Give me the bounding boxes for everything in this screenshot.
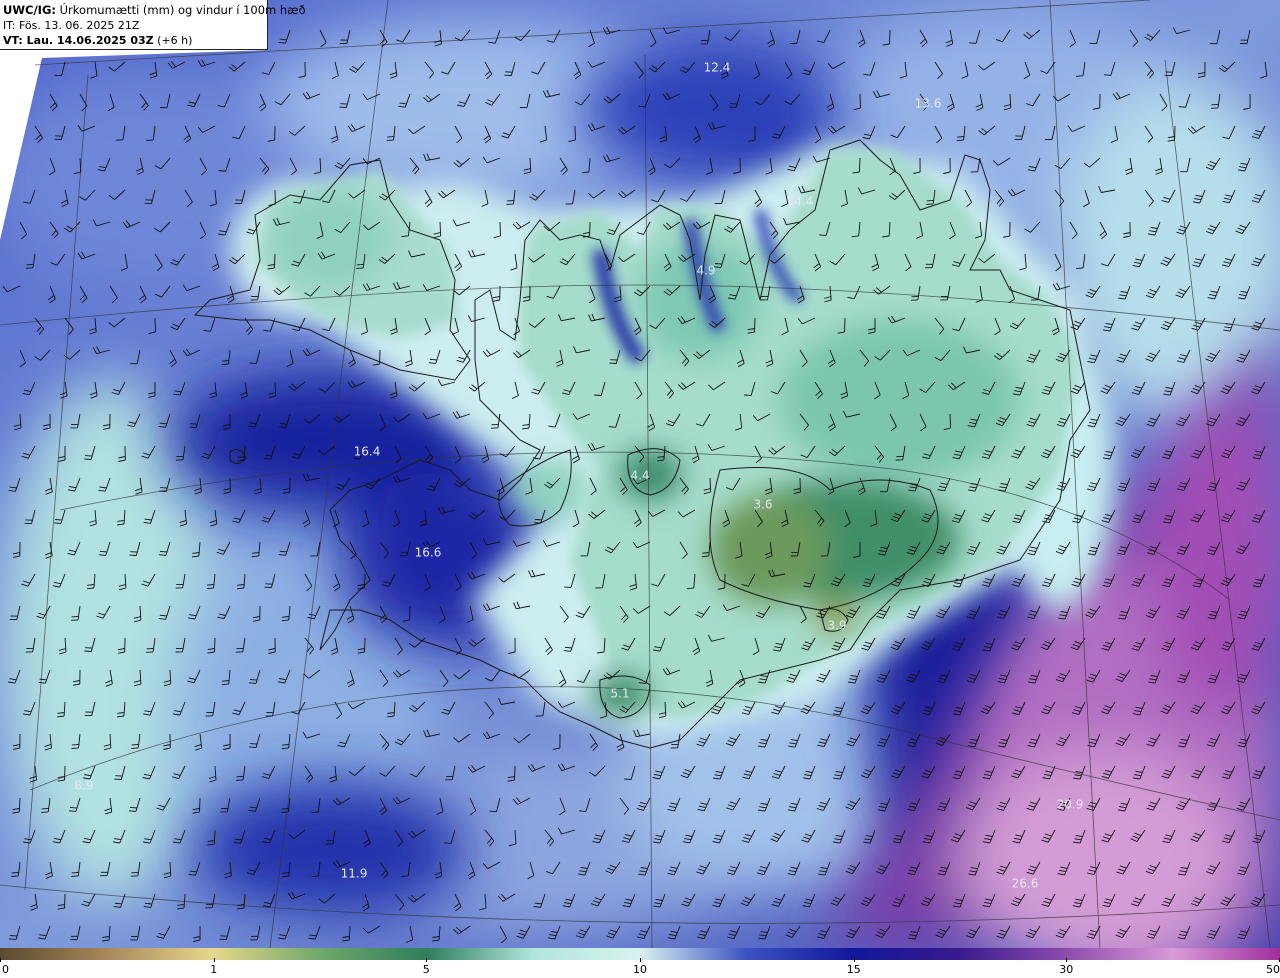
model-label: UWC/IG: <box>3 3 56 17</box>
colorbar-tickmark <box>1066 958 1068 962</box>
map-value-label: 14.4 <box>787 195 814 209</box>
colorbar-tick-label: 50 <box>1266 963 1280 976</box>
map-value-label: 12.4 <box>704 61 731 75</box>
map-header: UWC/IG: Úrkomumætti (mm) og vindur í 100… <box>0 0 306 50</box>
map-value-label: 26.6 <box>1012 877 1039 891</box>
colorbar-tickmark <box>426 958 428 962</box>
precipitable-water-map: 12.4 13.6 14.4 4.9 16.4 4.4 3.6 16.6 3.9 5.1 20.9 1… <box>0 0 1280 948</box>
map-value-label: 5.1 <box>610 687 629 701</box>
colorbar-tick-label: 10 <box>633 963 647 976</box>
colorbar-tick-label: 0 <box>2 963 9 976</box>
colorbar-tickmark <box>213 958 215 962</box>
map-value-label: 11.9 <box>341 867 368 881</box>
map-value-label: 20.9 <box>1057 798 1084 812</box>
colorbar-tickmark <box>640 958 641 962</box>
init-time: IT: Fös. 13. 06. 2025 21Z <box>3 19 140 32</box>
valid-time: VT: Lau. 14.06.2025 03Z <box>3 34 154 47</box>
colorbar-tickmark <box>0 958 1 962</box>
valid-offset: (+6 h) <box>157 34 193 47</box>
colorbar-tickmark <box>853 958 855 962</box>
map-value-label: 3.9 <box>827 619 846 633</box>
colorbar: 0 1 5 10 15 30 50 <box>0 948 1280 978</box>
map-title: Úrkomumætti (mm) og vindur í 100m hæð <box>59 3 306 17</box>
map-value-label: 16.6 <box>415 546 442 560</box>
colorbar-tick-label: 5 <box>422 963 430 976</box>
colorbar-tick-label: 15 <box>846 963 861 976</box>
map-value-label: 4.4 <box>630 469 649 483</box>
map-value-label: 16.4 <box>354 445 381 459</box>
map-value-label: 8.9 <box>74 779 93 793</box>
map-value-label: 13.6 <box>915 97 942 111</box>
map-value-label: 3.6 <box>753 498 772 512</box>
map-value-label: 4.9 <box>696 264 715 278</box>
colorbar-tick-label: 30 <box>1059 963 1074 976</box>
colorbar-tick-label: 1 <box>210 963 218 976</box>
